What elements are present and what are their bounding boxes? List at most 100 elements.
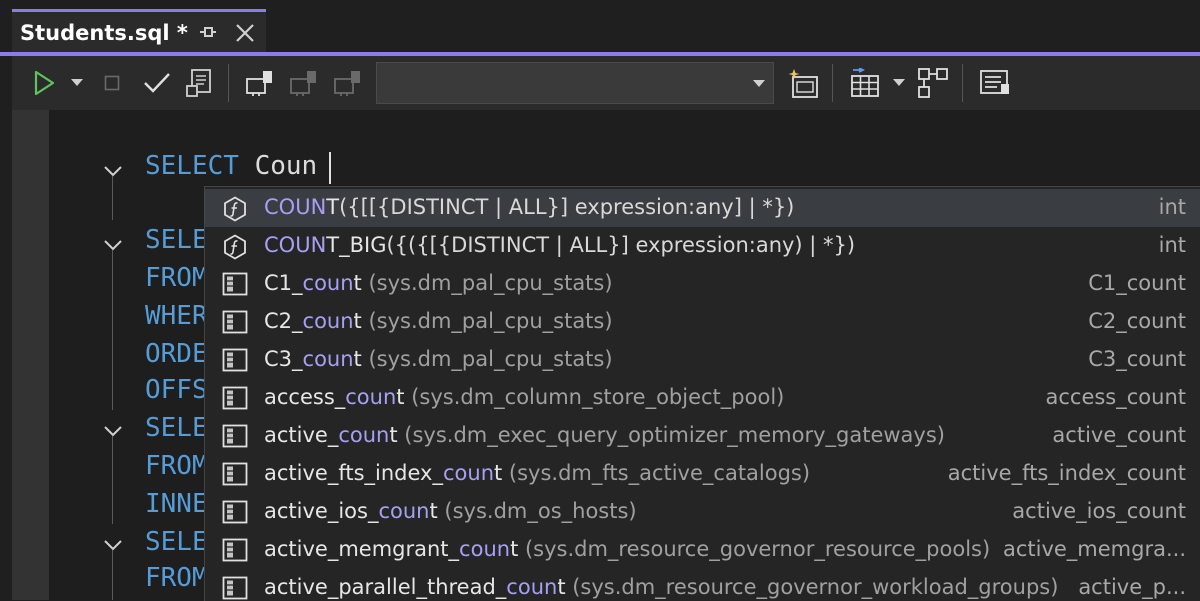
item-label: COUNT_BIG({({[{DISTINCT | ALL}] expressi…: [264, 233, 855, 257]
item-type: access_count: [1045, 385, 1186, 409]
completion-item[interactable]: C1_count (sys.dm_pal_cpu_stats) C1_count: [205, 265, 1200, 303]
tab-title: Students.sql *: [20, 21, 188, 45]
item-label: C2_count (sys.dm_pal_cpu_stats): [264, 309, 613, 333]
item-label: C1_count (sys.dm_pal_cpu_stats): [264, 271, 613, 295]
completion-item[interactable]: active_count (sys.dm_exec_query_optimize…: [205, 417, 1200, 455]
function-icon: [222, 196, 248, 222]
item-label: active_fts_index_count (sys.dm_fts_activ…: [264, 461, 810, 485]
toolbar-separator: [832, 64, 833, 102]
execute-button[interactable]: [30, 66, 58, 100]
fold-toggle-icon[interactable]: [104, 536, 122, 551]
stop-button[interactable]: [102, 66, 122, 100]
column-icon: [222, 576, 248, 600]
database-select[interactable]: [376, 62, 774, 104]
item-type: C2_count: [1088, 309, 1186, 333]
outline-guide: [112, 550, 113, 600]
include-actual-plan-button[interactable]: [916, 66, 950, 100]
execute-dropdown-button[interactable]: [70, 66, 84, 100]
item-label: active_count (sys.dm_exec_query_optimize…: [264, 423, 945, 447]
item-name-rest: t: [494, 461, 503, 485]
completion-item[interactable]: active_fts_index_count (sys.dm_fts_activ…: [205, 455, 1200, 493]
item-name-match: coun: [459, 537, 511, 561]
code-line: SELE: [145, 413, 208, 443]
new-query-button[interactable]: [786, 66, 820, 100]
item-label: active_ios_count (sys.dm_os_hosts): [264, 499, 637, 523]
toolbar-separator: [962, 64, 963, 102]
code-line: WHER: [145, 301, 208, 331]
item-name-rest: t: [353, 309, 362, 333]
item-name-match: coun: [302, 309, 354, 333]
estimated-plan-button[interactable]: [184, 66, 214, 100]
completion-item[interactable]: active_parallel_thread_count (sys.dm_res…: [205, 569, 1200, 601]
completion-item[interactable]: COUNT_BIG({({[{DISTINCT | ALL}] expressi…: [205, 227, 1200, 265]
fold-toggle-icon[interactable]: [104, 162, 122, 177]
item-name-prefix: active_ios_: [264, 499, 379, 523]
function-icon: [222, 234, 248, 260]
server-change-icon: [333, 69, 363, 97]
item-label: COUNT({[[{DISTINCT | ALL}] expression:an…: [264, 195, 794, 219]
fold-toggle-icon[interactable]: [104, 422, 122, 437]
item-name-rest: t: [396, 385, 405, 409]
code-line: FROM: [145, 563, 208, 593]
column-icon: [222, 462, 248, 486]
item-source: (sys.dm_resource_governor_workload_group…: [565, 575, 1059, 599]
item-source: (sys.dm_pal_cpu_stats): [361, 309, 613, 333]
item-name-match: coun: [378, 499, 430, 523]
item-name-prefix: C2_: [264, 309, 303, 333]
grid-icon: [849, 68, 881, 98]
completion-item[interactable]: active_ios_count (sys.dm_os_hosts) active…: [205, 493, 1200, 531]
code-line: INNE: [145, 489, 208, 519]
item-name-prefix: active_memgrant_: [264, 537, 460, 561]
chevron-down-icon: [893, 79, 905, 87]
typed-identifier: Coun: [254, 151, 318, 181]
query-options-button[interactable]: [978, 66, 1012, 100]
item-name-match: coun: [302, 347, 354, 371]
item-type: active_ios_count: [1012, 499, 1186, 523]
item-label: active_memgrant_count (sys.dm_resource_g…: [264, 537, 990, 561]
item-name-match: coun: [442, 461, 494, 485]
pin-icon[interactable]: [198, 22, 218, 42]
item-label: access_count (sys.dm_column_store_object…: [264, 385, 784, 409]
code-line: SELECT Coun: [145, 150, 317, 182]
item-source: (sys.dm_os_hosts): [437, 499, 637, 523]
item-source: (sys.dm_pal_cpu_stats): [361, 347, 613, 371]
item-name-rest: t: [429, 499, 438, 523]
item-signature: ({({[{DISTINCT | ALL}] expression:any) |…: [386, 233, 856, 257]
item-name-rest: T_BIG: [326, 233, 387, 257]
item-type: int: [1158, 195, 1186, 219]
parse-button[interactable]: [142, 66, 172, 100]
code-line: SELE: [145, 527, 208, 557]
close-icon[interactable]: [234, 22, 256, 44]
item-type: active_memgra...: [1002, 537, 1186, 561]
item-name-rest: t: [557, 575, 566, 599]
completion-item[interactable]: C2_count (sys.dm_pal_cpu_stats) C2_count: [205, 303, 1200, 341]
column-icon: [222, 538, 248, 562]
item-name-prefix: active_: [264, 423, 339, 447]
outline-guide: [112, 250, 113, 410]
column-icon: [222, 310, 248, 334]
fold-toggle-icon[interactable]: [104, 236, 122, 251]
editor-margin: [12, 110, 49, 600]
results-dropdown-button[interactable]: [892, 66, 906, 100]
item-name-match: COUN: [264, 233, 327, 257]
item-name-rest: t: [353, 271, 362, 295]
completion-item[interactable]: access_count (sys.dm_column_store_object…: [205, 379, 1200, 417]
item-name-match: COUN: [264, 195, 327, 219]
code-line: FROM: [145, 451, 208, 481]
connect-button[interactable]: [244, 66, 276, 100]
options-list-icon: [979, 68, 1011, 98]
query-toolbar: [12, 56, 1200, 110]
item-source: (sys.dm_column_store_object_pool): [404, 385, 785, 409]
completion-list[interactable]: COUNT({[[{DISTINCT | ALL}] expression:an…: [204, 186, 1200, 601]
document-tab[interactable]: Students.sql *: [12, 9, 266, 52]
completion-item[interactable]: COUNT({[[{DISTINCT | ALL}] expression:an…: [205, 189, 1200, 227]
code-line: FROM: [145, 263, 208, 293]
code-line: SELE: [145, 225, 208, 255]
results-to-grid-button[interactable]: [848, 66, 882, 100]
item-label: active_parallel_thread_count (sys.dm_res…: [264, 575, 1058, 599]
item-name-match: coun: [302, 271, 354, 295]
completion-item[interactable]: active_memgrant_count (sys.dm_resource_g…: [205, 531, 1200, 569]
column-icon: [222, 272, 248, 296]
completion-item[interactable]: C3_count (sys.dm_pal_cpu_stats) C3_count: [205, 341, 1200, 379]
column-icon: [222, 500, 248, 524]
